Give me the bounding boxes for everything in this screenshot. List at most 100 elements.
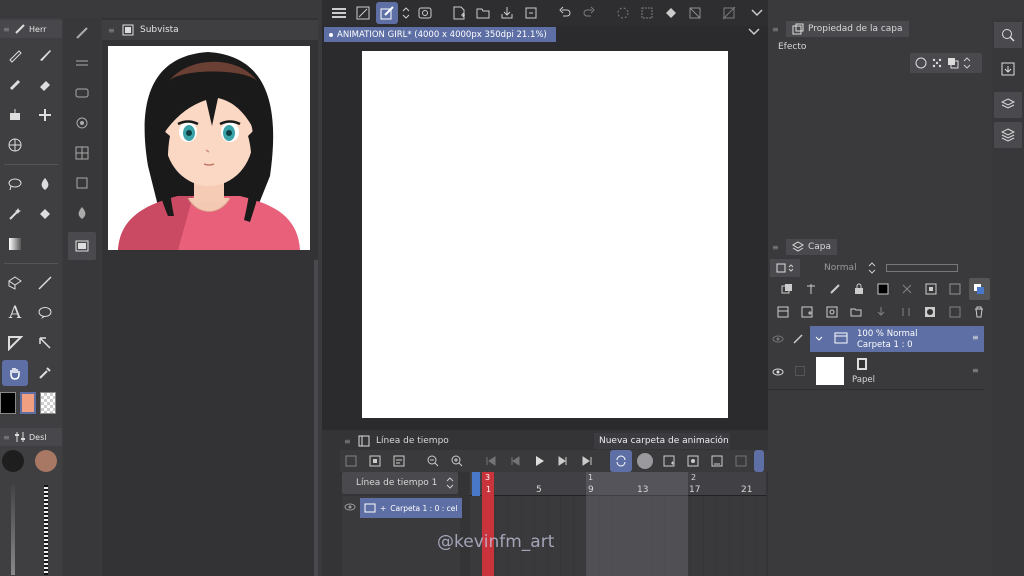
edit-timeline-icon[interactable]	[364, 450, 386, 472]
layer-color-button[interactable]	[770, 259, 800, 277]
eye-icon[interactable]	[344, 503, 356, 511]
fill-icon[interactable]	[660, 2, 682, 24]
opacity-slider[interactable]	[886, 264, 958, 272]
border-effect-icon[interactable]	[915, 57, 927, 69]
zoom-out-icon[interactable]	[422, 450, 444, 472]
document-tab[interactable]: ANIMATION GIRL* (4000 x 4000px 350dpi 21…	[324, 27, 556, 42]
eye-icon[interactable]	[772, 368, 784, 376]
layer-color-effect-icon[interactable]	[947, 57, 959, 69]
eraser-tool-icon[interactable]	[30, 70, 60, 100]
assign-cel-icon[interactable]	[682, 450, 704, 472]
hand-tool-icon[interactable]	[0, 358, 30, 388]
pen-tool-icon[interactable]	[0, 40, 30, 70]
subview-image[interactable]	[108, 46, 310, 250]
mask-create-icon[interactable]	[919, 301, 941, 323]
new-animation-folder-icon[interactable]	[634, 450, 656, 472]
balloon-tool-icon[interactable]	[30, 298, 60, 328]
menu-icon[interactable]	[328, 2, 350, 24]
save-icon[interactable]	[496, 2, 518, 24]
blend-mode-select[interactable]: Normal	[804, 259, 864, 277]
transform-icon[interactable]	[636, 2, 658, 24]
auto-select-icon[interactable]	[30, 169, 60, 199]
hide-selection-icon[interactable]	[718, 2, 740, 24]
zoom-in-icon[interactable]	[446, 450, 468, 472]
brush-tab-icon[interactable]	[14, 23, 26, 35]
grip-icon[interactable]: ≡	[344, 437, 352, 446]
grip-icon[interactable]: ≡	[3, 25, 11, 34]
transparent-color-swatch[interactable]	[40, 392, 56, 414]
tab-list-chevron-icon[interactable]	[748, 28, 760, 36]
figure-tool-icon[interactable]	[0, 268, 30, 298]
chevron-updown-icon[interactable]	[868, 261, 876, 275]
undo-icon[interactable]	[554, 2, 576, 24]
draft-layer-icon[interactable]	[824, 278, 845, 300]
chevron-updown-icon[interactable]	[963, 56, 971, 70]
timeline-overflow-icon[interactable]	[754, 450, 764, 472]
material-icon[interactable]	[75, 172, 89, 194]
drag-handle-icon[interactable]: ≡	[972, 366, 979, 375]
color-slider-icon[interactable]	[14, 431, 26, 443]
new-raster-layer-icon[interactable]	[797, 301, 819, 323]
pencil-tool-icon[interactable]	[30, 40, 60, 70]
ruler-range-icon[interactable]	[921, 278, 942, 300]
edit-mode-icon[interactable]	[376, 2, 398, 24]
prev-frame-icon[interactable]	[504, 450, 526, 472]
timeline-select[interactable]: Línea de tiempo 1	[342, 472, 458, 494]
color-chip-icon[interactable]	[968, 278, 990, 300]
mask-icon[interactable]	[897, 278, 918, 300]
new-vector-layer-icon[interactable]	[821, 301, 843, 323]
grip-icon[interactable]: ≡	[772, 25, 780, 34]
drag-handle-icon[interactable]: ≡	[972, 333, 979, 342]
edit-checkbox[interactable]	[795, 366, 805, 376]
grid-tool-icon[interactable]	[0, 130, 30, 160]
first-frame-icon[interactable]	[480, 450, 502, 472]
trash-icon[interactable]	[969, 301, 991, 323]
navigator-tab-icon[interactable]	[994, 22, 1022, 48]
color-slider-track[interactable]	[11, 485, 15, 575]
blend-tool-icon[interactable]	[30, 100, 60, 130]
main-color-swatch[interactable]	[0, 392, 16, 414]
text-tool-icon[interactable]: A	[0, 298, 30, 328]
frame-tool-icon[interactable]	[0, 328, 30, 358]
reference-layer-icon[interactable]	[800, 278, 821, 300]
chevron-down-icon[interactable]	[746, 2, 768, 24]
new-file-icon[interactable]	[448, 2, 470, 24]
specify-cel-icon[interactable]	[706, 450, 728, 472]
ruler-tool-icon[interactable]	[30, 328, 60, 358]
lock-alpha-icon[interactable]	[872, 278, 893, 300]
drawing-canvas[interactable]	[362, 51, 728, 418]
magic-wand-icon[interactable]	[0, 199, 30, 229]
timeline-start-marker[interactable]	[472, 472, 480, 496]
eyedropper-tool-icon[interactable]	[30, 358, 60, 388]
merge-icon[interactable]	[895, 301, 917, 323]
color-set-icon[interactable]	[75, 142, 89, 164]
brush-tool-icon[interactable]	[0, 70, 30, 100]
loop-icon[interactable]	[610, 450, 632, 472]
grip-icon[interactable]: ≡	[108, 26, 116, 35]
grip-icon[interactable]: ≡	[772, 243, 780, 252]
expand-chevron-icon[interactable]	[815, 336, 823, 342]
transfer-down-icon[interactable]	[870, 301, 892, 323]
gradient-tool-icon[interactable]	[0, 229, 30, 259]
new-cel-icon[interactable]	[658, 450, 680, 472]
onion-skin-icon[interactable]	[730, 450, 752, 472]
decoration-tool-icon[interactable]	[0, 100, 30, 130]
subview-scrollbar[interactable]	[314, 260, 318, 576]
brush-size-icon[interactable]	[75, 52, 89, 74]
layer-menu-icon[interactable]	[772, 301, 794, 323]
edit-pencil-icon[interactable]	[792, 333, 804, 345]
lock-icon[interactable]	[848, 278, 869, 300]
redo-icon[interactable]	[578, 2, 600, 24]
navigator-icon[interactable]	[75, 202, 89, 224]
eye-icon[interactable]	[772, 335, 784, 343]
layer-property-tab-icon[interactable]	[994, 92, 1022, 118]
clipping-icon[interactable]	[776, 278, 797, 300]
subview-tab-icon[interactable]	[68, 232, 96, 260]
tool-property-icon[interactable]	[75, 82, 89, 104]
crop-icon[interactable]	[684, 2, 706, 24]
sub-color-swatch[interactable]	[20, 392, 36, 414]
apply-mask-icon[interactable]	[944, 301, 966, 323]
lasso-tool-icon[interactable]	[0, 169, 30, 199]
timeline-track-row[interactable]: + Carpeta 1 : 0 : cel	[360, 498, 462, 518]
fullscreen-icon[interactable]	[352, 2, 374, 24]
